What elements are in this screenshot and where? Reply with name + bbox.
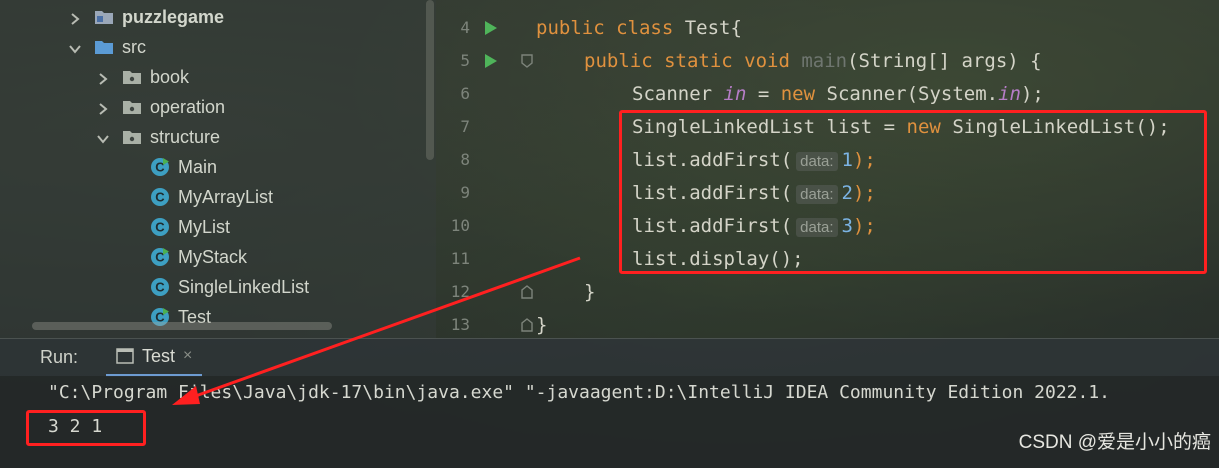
- tree-item-label: MyList: [178, 216, 231, 237]
- tab-label: Test: [142, 345, 176, 366]
- module-folder-icon: [94, 9, 114, 25]
- tree-item-label: structure: [150, 126, 221, 147]
- tree-item-label: Main: [178, 156, 218, 177]
- fold-icon[interactable]: [520, 284, 534, 300]
- fold-icon[interactable]: [520, 317, 534, 333]
- svg-text:C: C: [155, 190, 165, 205]
- tree-item-src[interactable]: src: [68, 32, 146, 62]
- project-tree: puzzlegame src book operation structure …: [0, 0, 436, 340]
- package-icon: [122, 69, 142, 85]
- console-icon: [116, 348, 134, 364]
- line-number: 7: [460, 117, 470, 136]
- package-icon: [122, 129, 142, 145]
- fold-icon[interactable]: [520, 53, 534, 69]
- code-line-4: public class Test{: [536, 17, 742, 39]
- svg-text:C: C: [155, 280, 165, 295]
- tree-item-mylist[interactable]: C MyList: [150, 212, 230, 242]
- package-icon: [122, 99, 142, 115]
- tree-item-label: book: [150, 66, 190, 87]
- line-number: 5: [460, 51, 470, 70]
- code-line-13: }: [536, 314, 548, 336]
- console-output[interactable]: "C:\Program Files\Java\jdk-17\bin\java.e…: [0, 376, 1219, 468]
- run-label: Run:: [40, 347, 79, 367]
- tree-item-label: puzzlegame: [122, 6, 225, 27]
- run-gutter-icon[interactable]: [484, 20, 498, 36]
- annotation-box-code: [619, 110, 1207, 274]
- line-number: 8: [460, 150, 470, 169]
- tree-item-label: src: [122, 36, 146, 57]
- chevron-down-icon[interactable]: [96, 130, 110, 144]
- code-line-5: public static void main(String[] args) {: [584, 50, 1042, 72]
- java-class-run-icon: C: [150, 157, 170, 177]
- java-class-icon: C: [150, 277, 170, 297]
- chevron-down-icon[interactable]: [68, 40, 82, 54]
- close-icon[interactable]: ×: [183, 347, 192, 365]
- source-folder-icon: [94, 39, 114, 55]
- tree-item-singlelinkedlist[interactable]: C SingleLinkedList: [150, 272, 309, 302]
- tree-item-structure[interactable]: structure: [96, 122, 220, 152]
- chevron-right-icon[interactable]: [96, 70, 110, 85]
- console-command-line: "C:\Program Files\Java\jdk-17\bin\java.e…: [48, 382, 1111, 403]
- svg-text:C: C: [155, 220, 165, 235]
- line-number: 13: [450, 315, 470, 334]
- code-line-12: }: [584, 281, 596, 303]
- tree-item-book[interactable]: book: [96, 62, 189, 92]
- annotation-box-output: [26, 410, 146, 446]
- java-class-icon: C: [150, 217, 170, 237]
- tree-item-label: operation: [150, 96, 226, 117]
- tree-item-main[interactable]: C Main: [150, 152, 217, 182]
- tree-item-label: MyStack: [178, 246, 248, 267]
- line-number: 12: [450, 282, 470, 301]
- chevron-right-icon[interactable]: [68, 10, 82, 25]
- run-gutter-icon[interactable]: [484, 53, 498, 69]
- tree-item-mystack[interactable]: C MyStack: [150, 242, 247, 272]
- tree-item-label: MyArrayList: [178, 186, 274, 207]
- chevron-right-icon[interactable]: [96, 100, 110, 115]
- tree-item-label: SingleLinkedList: [178, 276, 310, 297]
- line-number: 6: [460, 84, 470, 103]
- line-number: 10: [450, 216, 470, 235]
- horizontal-scrollbar[interactable]: [32, 322, 332, 330]
- code-editor[interactable]: 4 5 6 7 8 9 10 11 12 13 public class Tes…: [436, 0, 1219, 338]
- run-tool-window-header: Run: Test ×: [0, 338, 1219, 377]
- vertical-scrollbar[interactable]: [426, 0, 434, 160]
- tree-item-puzzlegame[interactable]: puzzlegame: [68, 2, 224, 32]
- java-class-run-icon: C: [150, 247, 170, 267]
- line-number: 9: [460, 183, 470, 202]
- java-class-icon: C: [150, 187, 170, 207]
- code-line-6: Scanner in = new Scanner(System.in);: [632, 83, 1044, 105]
- tree-item-myarraylist[interactable]: C MyArrayList: [150, 182, 273, 212]
- line-number: 11: [450, 249, 470, 268]
- tab-test[interactable]: Test ×: [106, 339, 203, 377]
- line-number: 4: [460, 18, 470, 37]
- tree-item-operation[interactable]: operation: [96, 92, 225, 122]
- watermark: CSDN @爱是小小的癌: [1018, 432, 1211, 453]
